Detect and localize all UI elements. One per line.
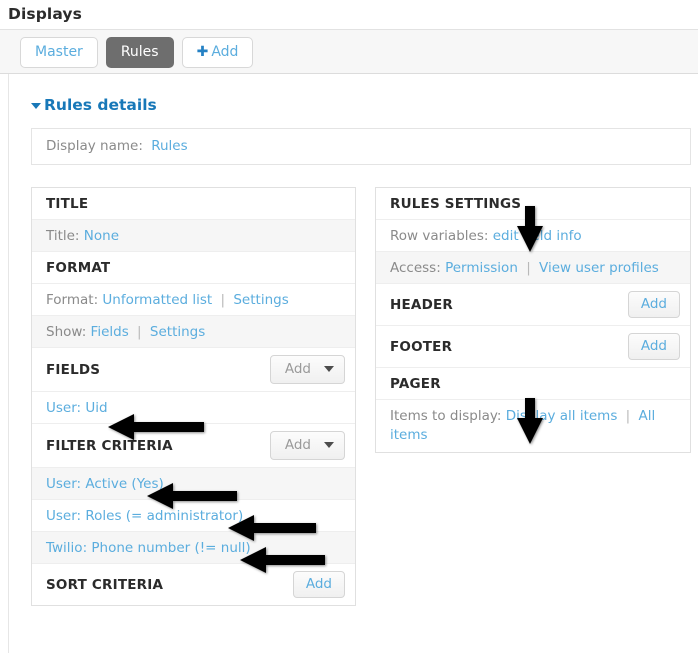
bucket-footer-header: FOOTER Add <box>376 326 690 368</box>
display-name-label: Display name: <box>46 138 143 154</box>
title-value-link[interactable]: None <box>84 228 119 244</box>
tab-rules-label: Rules <box>121 44 159 60</box>
show-row-text: Show: Fields | Settings <box>46 324 205 340</box>
row-filter-active: User: Active (Yes) <box>32 468 355 500</box>
add-field-button[interactable]: Add <box>270 355 345 384</box>
row-access: Access: Permission | View user profiles <box>376 252 690 284</box>
items-to-display-label: Items to display: <box>390 408 501 424</box>
display-name-row: Display name: Rules <box>31 128 691 165</box>
access-separator: | <box>526 260 531 276</box>
add-filter-button[interactable]: Add <box>270 431 345 460</box>
bucket-pager-label: PAGER <box>390 376 441 392</box>
row-show: Show: Fields | Settings <box>32 316 355 348</box>
filter-user-roles-link[interactable]: User: Roles (= administrator) <box>46 508 243 524</box>
bucket-header-label: HEADER <box>390 297 453 313</box>
row-items-to-display: Items to display: Display all items | Al… <box>376 400 690 452</box>
display-settings-body: Rules details Display name: Rules TITLE … <box>8 74 698 653</box>
bucket-format-header: FORMAT <box>32 252 355 284</box>
filter-user-active-link[interactable]: User: Active (Yes) <box>46 476 164 492</box>
buckets-columns: TITLE Title: None FORMAT Format: Unforma… <box>31 187 698 606</box>
bucket-footer-label: FOOTER <box>390 339 452 355</box>
left-bucket-panel: TITLE Title: None FORMAT Format: Unforma… <box>31 187 356 606</box>
row-filter-phone: Twilio: Phone number (!= null) <box>32 532 355 564</box>
title-row-text: Title: None <box>46 228 119 244</box>
format-row-text: Format: Unformatted list | Settings <box>46 292 289 308</box>
field-user-uid-link[interactable]: User: Uid <box>46 400 108 416</box>
bucket-sort-label: SORT CRITERIA <box>46 577 163 593</box>
bucket-fields-header: FIELDS Add <box>32 348 355 392</box>
rules-details-label: Rules details <box>44 96 157 114</box>
row-title: Title: None <box>32 220 355 252</box>
show-settings-link[interactable]: Settings <box>150 324 205 340</box>
items-to-display-text: Items to display: Display all items | Al… <box>390 407 680 445</box>
page-title: Displays <box>0 0 698 29</box>
access-label: Access: <box>390 260 441 276</box>
row-format: Format: Unformatted list | Settings <box>32 284 355 316</box>
bucket-header-header: HEADER Add <box>376 284 690 326</box>
display-tabs: Master Rules ✚ Add <box>0 29 698 74</box>
bucket-fields-label: FIELDS <box>46 362 100 378</box>
bucket-title-label: TITLE <box>46 196 88 212</box>
view-user-profiles-link[interactable]: View user profiles <box>539 260 659 276</box>
add-sort-button[interactable]: Add <box>293 571 345 598</box>
bucket-format-label: FORMAT <box>46 260 110 276</box>
tab-master-label: Master <box>35 44 83 60</box>
row-filter-roles: User: Roles (= administrator) <box>32 500 355 532</box>
add-footer-button[interactable]: Add <box>628 333 680 360</box>
bucket-filter-label: FILTER CRITERIA <box>46 438 173 454</box>
bucket-filter-header: FILTER CRITERIA Add <box>32 424 355 468</box>
access-text: Access: Permission | View user profiles <box>390 260 659 276</box>
add-filter-label: Add <box>285 437 311 453</box>
format-value-link[interactable]: Unformatted list <box>102 292 212 308</box>
row-variables-label: Row variables: <box>390 228 488 244</box>
show-label: Show: <box>46 324 86 340</box>
bucket-pager-header: PAGER <box>376 368 690 400</box>
bucket-rules-settings-label: RULES SETTINGS <box>390 196 521 212</box>
right-bucket-panel: RULES SETTINGS Row variables: edit field… <box>375 187 691 453</box>
rules-details-toggle[interactable]: Rules details <box>9 74 698 128</box>
row-row-variables: Row variables: edit field info <box>376 220 690 252</box>
tab-add-display[interactable]: ✚ Add <box>182 37 254 68</box>
title-label: Title: <box>46 228 79 244</box>
display-name-value[interactable]: Rules <box>151 138 187 154</box>
display-all-items-link[interactable]: Display all items <box>506 408 618 424</box>
add-header-button[interactable]: Add <box>628 291 680 318</box>
chevron-down-icon <box>324 442 334 448</box>
show-separator: | <box>137 324 142 340</box>
pager-separator: | <box>626 408 631 424</box>
caret-down-icon <box>31 103 41 109</box>
filter-twilio-phone-link[interactable]: Twilio: Phone number (!= null) <box>46 540 251 556</box>
access-permission-link[interactable]: Permission <box>445 260 518 276</box>
add-field-label: Add <box>285 361 311 377</box>
plus-icon: ✚ <box>197 45 209 59</box>
tab-rules[interactable]: Rules <box>106 37 174 68</box>
tab-add-label: Add <box>211 44 238 60</box>
show-value-link[interactable]: Fields <box>91 324 129 340</box>
bucket-title-header: TITLE <box>32 188 355 220</box>
bucket-sort-header: SORT CRITERIA Add <box>32 564 355 605</box>
format-settings-link[interactable]: Settings <box>233 292 288 308</box>
row-field-uid: User: Uid <box>32 392 355 424</box>
tab-master[interactable]: Master <box>20 37 98 68</box>
row-variables-text: Row variables: edit field info <box>390 228 582 244</box>
chevron-down-icon <box>324 366 334 372</box>
bucket-rules-settings-header: RULES SETTINGS <box>376 188 690 220</box>
edit-field-info-link[interactable]: edit field info <box>493 228 582 244</box>
format-separator: | <box>221 292 226 308</box>
format-label: Format: <box>46 292 98 308</box>
